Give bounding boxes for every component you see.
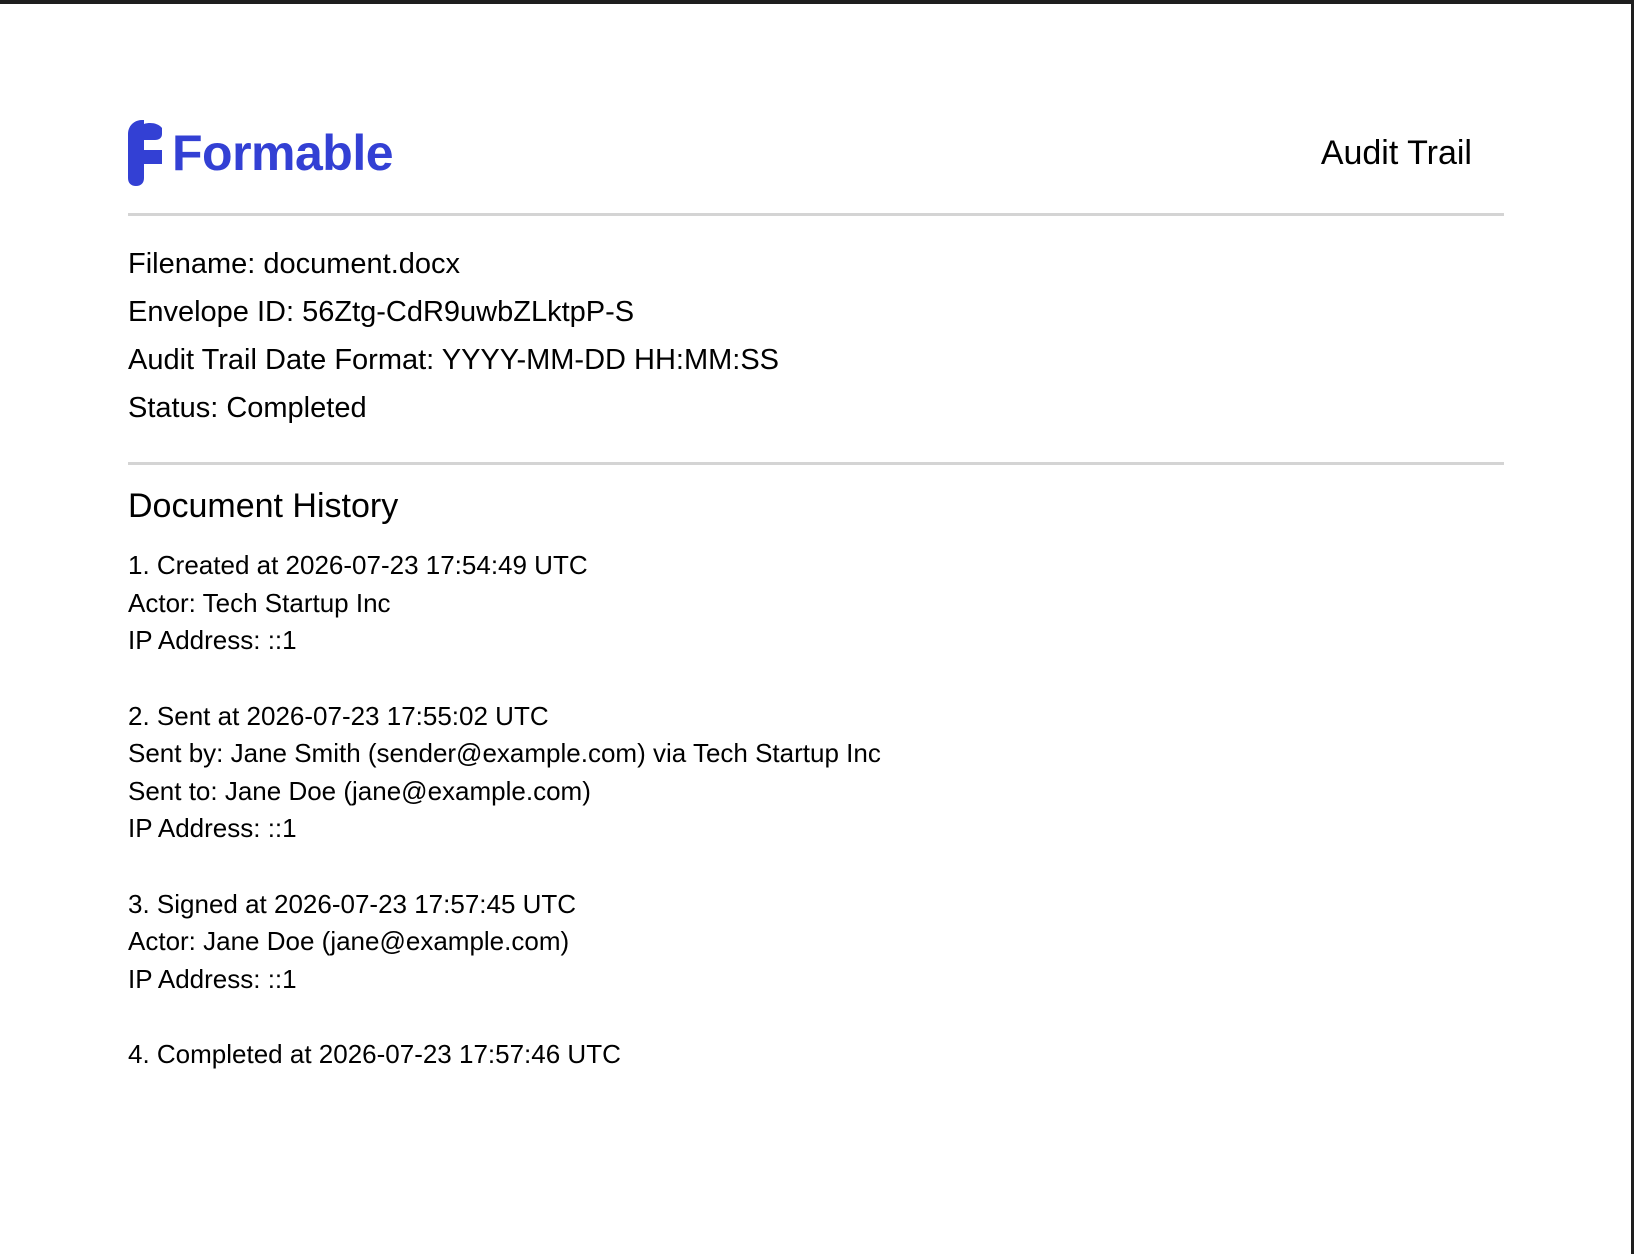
- event-heading: 1. Created at 2026-07-23 17:54:49 UTC: [128, 550, 588, 580]
- event-heading: 3. Signed at 2026-07-23 17:57:45 UTC: [128, 888, 577, 919]
- history-event: 1. Created at 2026-07-23 17:54:49 UTC Ac…: [128, 547, 1504, 660]
- filename-line: Filename: document.docx: [128, 248, 461, 280]
- history-event: 4. Completed at 2026-07-23 17:57:46 UTC: [128, 1036, 1504, 1074]
- envelope-id-line: Envelope ID: 56Ztg-CdR9uwbZLktpP-S: [128, 296, 635, 328]
- history-events: 1. Created at 2026-07-23 17:54:49 UTC Ac…: [128, 547, 1504, 1074]
- page-header: Formable Audit Trail: [128, 110, 1504, 216]
- document-metadata: Filename: document.docx Envelope ID: 56Z…: [128, 216, 1504, 465]
- formable-logo-icon: [128, 120, 162, 186]
- event-detail: IP Address: ::1: [128, 625, 297, 655]
- event-detail: Actor: Jane Doe (jane@example.com): [128, 926, 570, 956]
- document-history-title: Document History: [128, 487, 399, 525]
- page-top-border: [0, 0, 1634, 4]
- history-event: 3. Signed at 2026-07-23 17:57:45 UTC Act…: [128, 886, 1504, 999]
- event-detail: IP Address: ::1: [128, 813, 297, 843]
- event-detail: Sent to: Jane Doe (jane@example.com): [128, 775, 591, 806]
- event-heading: 4. Completed at 2026-07-23 17:57:46 UTC: [128, 1039, 621, 1069]
- date-format-line: Audit Trail Date Format: YYYY-MM-DD HH:M…: [128, 344, 780, 376]
- event-heading: 2. Sent at 2026-07-23 17:55:02 UTC: [128, 700, 549, 731]
- brand-name: Formable: [172, 125, 394, 181]
- brand-logo: Formable: [128, 120, 394, 186]
- event-detail: Sent by: Jane Smith (sender@example.com)…: [128, 738, 881, 768]
- page-title: Audit Trail: [1320, 134, 1472, 172]
- history-event: 2. Sent at 2026-07-23 17:55:02 UTC Sent …: [128, 698, 1504, 848]
- status-line: Status: Completed: [128, 392, 367, 424]
- event-detail: IP Address: ::1: [128, 963, 297, 994]
- audit-trail-page: Formable Audit Trail Filename: document.…: [128, 110, 1504, 1112]
- event-detail: Actor: Tech Startup Inc: [128, 587, 391, 618]
